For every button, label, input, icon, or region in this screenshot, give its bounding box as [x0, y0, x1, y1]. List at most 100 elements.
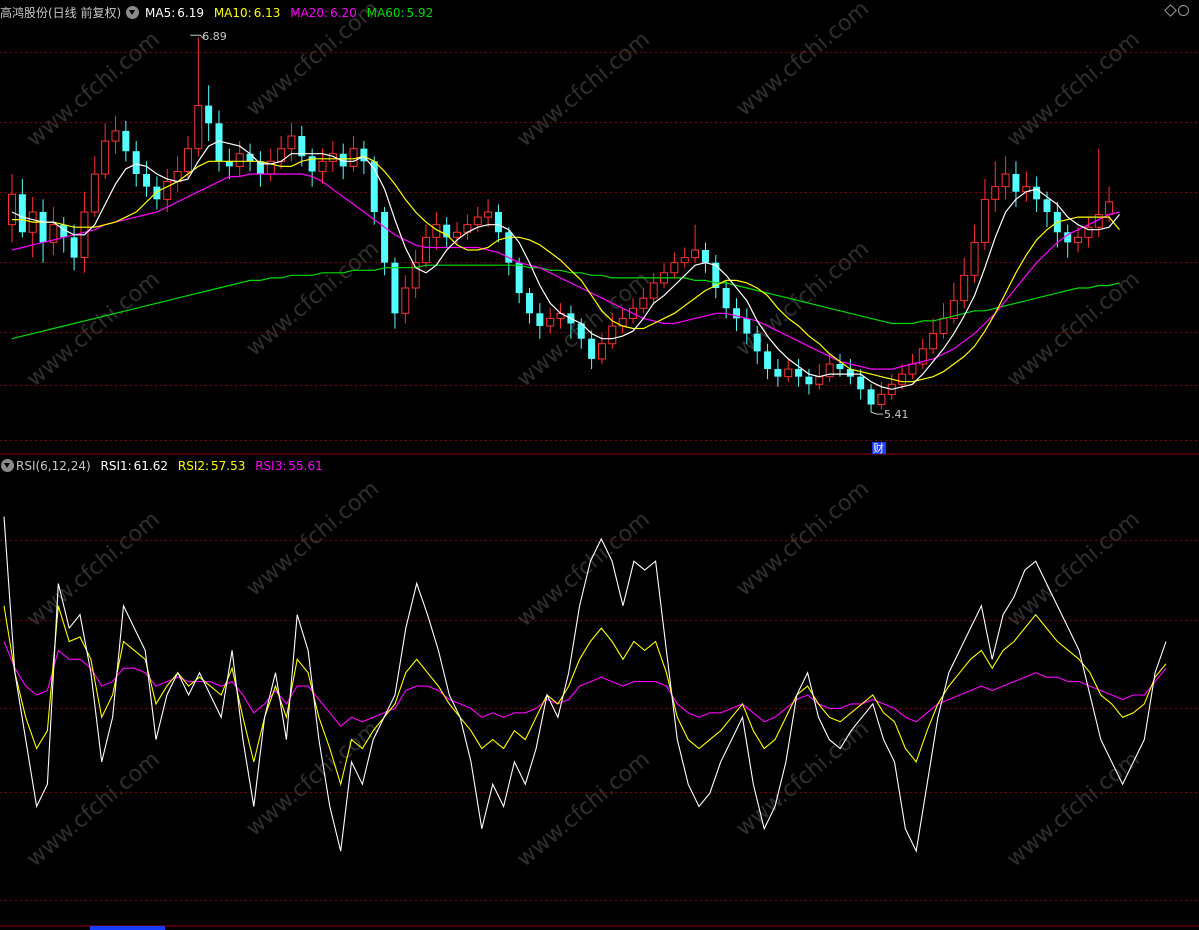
candle-body-up — [453, 231, 462, 238]
candle-body-up — [287, 135, 296, 150]
candle-body-up — [670, 262, 679, 274]
candle-body-down — [774, 369, 782, 377]
candle-body-up — [422, 236, 430, 264]
main-title[interactable]: 高鸿股份(日线 前复权) — [0, 6, 121, 20]
watermark-text: www.cfchi.com — [512, 747, 654, 872]
candle-body-down — [494, 212, 502, 233]
candle-body-up — [608, 325, 617, 345]
candle-body-up — [960, 274, 969, 302]
candle-body-down — [1033, 186, 1041, 200]
candle-body-down — [526, 293, 533, 314]
candle-body-down — [122, 130, 130, 152]
candle-body-down — [391, 262, 399, 314]
candle-body-up — [597, 343, 606, 360]
candle-body-down — [515, 262, 523, 294]
candle-body-up — [939, 317, 948, 335]
candle-body-down — [39, 212, 47, 243]
candle-body-up — [473, 216, 482, 226]
candle-body-up — [163, 181, 172, 200]
low-marker-arrow — [870, 411, 884, 415]
candle-body-down — [867, 389, 875, 405]
watermark-text: www.cfchi.com — [22, 27, 164, 152]
candle-body-up — [929, 333, 938, 350]
candle-body-down — [246, 153, 254, 162]
rsi-title[interactable]: RSI(6,12,24) — [16, 459, 91, 473]
stock-chart-window[interactable]: www.cfchi.com www.cfchi.com www.cfchi.com w… — [0, 0, 1199, 930]
candle-body-down — [381, 212, 389, 263]
candle-body-up — [639, 297, 648, 309]
watermark-text: www.cfchi.com — [1002, 507, 1144, 632]
candle-body-up — [1001, 173, 1010, 188]
chevron-down-icon[interactable] — [1, 459, 14, 472]
ma5-label: MA5: — [145, 6, 176, 20]
rsi2-label: RSI2: — [177, 459, 210, 473]
candle-body-up — [970, 241, 979, 276]
candle-body-down — [795, 369, 803, 377]
candle-body-down — [18, 194, 26, 233]
ma60-label: MA60: — [366, 6, 405, 20]
candle-body-down — [857, 376, 865, 390]
rsi3-value: 55.61 — [288, 459, 323, 473]
candle-body-up — [235, 153, 244, 167]
price-labels: 6.89 5.41 财 — [190, 30, 909, 455]
candle-body-up — [401, 287, 410, 314]
ma20-label: MA20: — [290, 6, 329, 20]
rsi2-value: 57.53 — [211, 459, 246, 473]
candle-body-up — [784, 368, 793, 378]
candle-body-down — [764, 351, 772, 370]
watermark-text: www.cfchi.com — [22, 507, 164, 632]
low-price-label: 5.41 — [884, 408, 909, 421]
candle-body-up — [484, 211, 493, 218]
rsi3-label: RSI3: — [255, 459, 287, 473]
candle-body-up — [194, 105, 203, 150]
watermark-text: www.cfchi.com — [732, 716, 874, 841]
candle-body-up — [183, 148, 192, 172]
scroll-indicator[interactable] — [90, 926, 165, 930]
candle-body-up — [411, 262, 420, 289]
rsi1-label: RSI1: — [100, 459, 132, 473]
candle-body-down — [153, 186, 161, 200]
high-price-label: 6.89 — [202, 30, 227, 43]
candle-body-down — [1043, 199, 1051, 212]
watermark-text: www.cfchi.com — [512, 27, 654, 152]
candle-body-up — [111, 130, 120, 142]
watermark-text: www.cfchi.com — [732, 476, 874, 601]
watermark-text: www.cfchi.com — [1002, 747, 1144, 872]
main-legend: 高鸿股份(日线 前复权) MA5: 6.19 MA10: 6.13 MA20: 6.2… — [0, 4, 435, 22]
candle-body-down — [205, 105, 213, 124]
watermark-text: www.cfchi.com — [242, 236, 384, 361]
candle-body-up — [349, 148, 358, 167]
candle-body-up — [691, 249, 700, 259]
candle-body-down — [743, 318, 751, 334]
watermark-text: www.cfchi.com — [22, 747, 164, 872]
ma10-label: MA10: — [213, 6, 252, 20]
candle-body-down — [753, 333, 761, 352]
candle-body-up — [90, 173, 99, 213]
chevron-down-icon[interactable] — [126, 6, 140, 19]
candle-body-down — [132, 151, 140, 174]
ma5-value: 6.19 — [177, 6, 204, 20]
candle-body-down — [701, 250, 709, 263]
rsi1-value: 61.62 — [133, 459, 169, 473]
candle-body-down — [836, 364, 844, 370]
candle-body-up — [1105, 201, 1114, 216]
candle-body-up — [980, 198, 989, 243]
candle-body-down — [588, 338, 596, 359]
watermark-text: www.cfchi.com — [1002, 27, 1144, 152]
watermark-text: www.cfchi.com — [1002, 267, 1144, 392]
circle-icon[interactable] — [1178, 5, 1189, 16]
candle-body-down — [225, 161, 233, 167]
candle-body-down — [536, 313, 544, 326]
watermark-text: www.cfchi.com — [732, 0, 874, 121]
ma10-value: 6.13 — [253, 6, 281, 20]
candle-body-up — [318, 160, 327, 172]
ma60-value: 5.92 — [406, 6, 434, 20]
candle-body-down — [722, 288, 730, 309]
candle-body-up — [991, 186, 1000, 200]
candle-body-up — [680, 257, 689, 264]
watermark-layer: www.cfchi.com www.cfchi.com www.cfchi.com w… — [22, 0, 1144, 872]
candle-body-up — [877, 393, 886, 406]
candle-body-up — [908, 363, 917, 375]
watermark-text: www.cfchi.com — [22, 267, 164, 392]
candle-body-down — [143, 174, 151, 187]
